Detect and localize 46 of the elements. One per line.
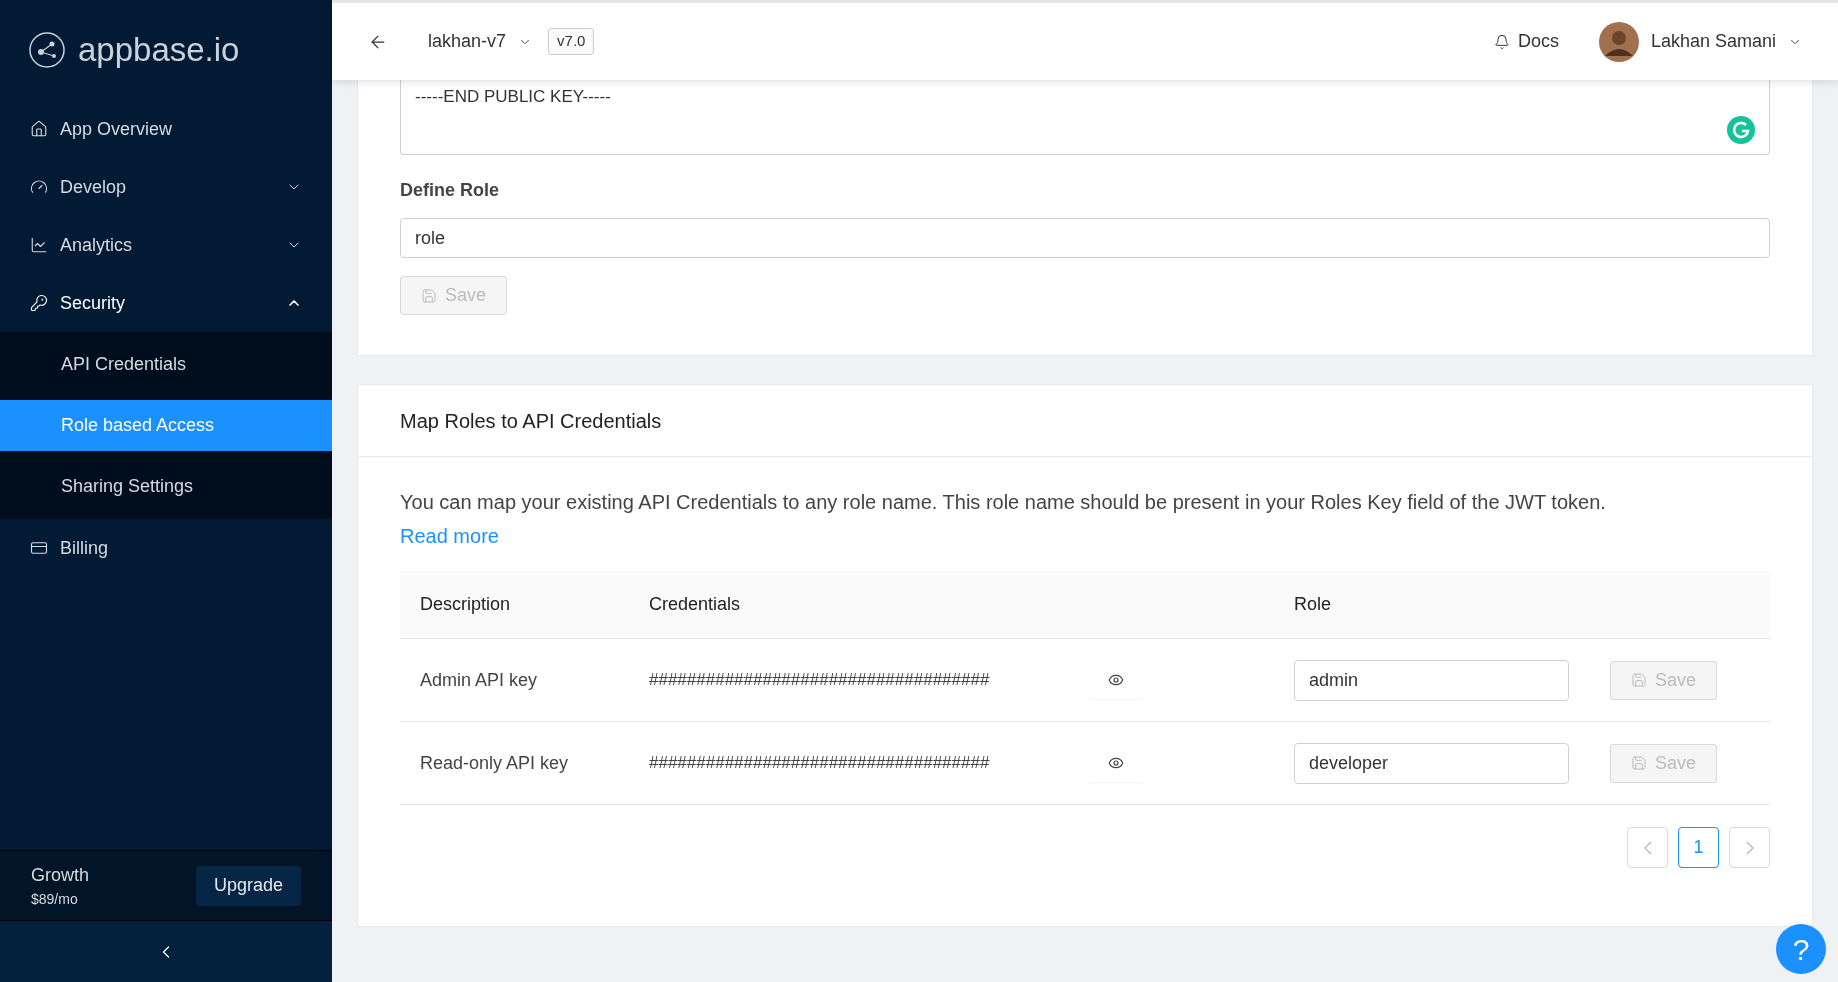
column-header: Credentials (649, 593, 742, 616)
avatar (1598, 21, 1639, 62)
column-header: Description (419, 593, 512, 616)
logo-text: appbase.io (78, 30, 240, 71)
table-cell-text: Read-only API key (419, 751, 570, 775)
chevron-left-icon (1643, 840, 1652, 855)
nav-item[interactable]: App Overview (0, 100, 332, 158)
nav-item[interactable]: Billing (0, 519, 332, 577)
public-key-textarea[interactable]: -----END PUBLIC KEY----- (400, 80, 1770, 155)
nav-item[interactable]: Develop (0, 158, 332, 216)
nav-item[interactable]: Security (0, 274, 332, 332)
eye-icon (1108, 672, 1124, 688)
plan-price: $89/mo (31, 889, 79, 909)
home-icon (30, 120, 48, 138)
role-input[interactable]: developer (1294, 742, 1569, 784)
plan-name: Growth (31, 863, 90, 887)
table-cell-text: Admin API key (419, 668, 539, 692)
gauge-icon (30, 178, 48, 196)
floppy-icon (1631, 672, 1647, 688)
define-role-label: Define Role (400, 179, 501, 202)
chevron-right-icon (1745, 840, 1754, 855)
credentials-cell-text: #################################### (649, 752, 991, 775)
app-selector[interactable]: lakhan-v7 (428, 28, 533, 55)
key-icon (30, 294, 48, 312)
version-badge: v7.0 (548, 28, 595, 55)
role-input[interactable]: role (400, 218, 1770, 258)
submenu-item[interactable]: API Credentials (0, 339, 332, 390)
docs-link[interactable]: Docs (1493, 28, 1559, 55)
grammarly-icon (1727, 116, 1755, 144)
credentials-cell-text: #################################### (649, 669, 991, 692)
description-text: You can map your existing API Credentials to any role name. This role name should be present in your Roles Key field of the JWT token. (400, 490, 1607, 515)
bell-icon (1493, 33, 1510, 50)
submenu-item[interactable]: Sharing Settings (0, 461, 332, 512)
floppy-icon (1631, 755, 1647, 771)
eye-icon (1108, 755, 1124, 771)
line-chart-icon (30, 236, 48, 254)
nav-item[interactable]: Analytics (0, 216, 332, 274)
user-menu[interactable]: Lakhan Samani (1598, 21, 1802, 62)
role-input[interactable]: admin (1294, 659, 1569, 701)
floppy-icon (421, 287, 437, 304)
card-icon (30, 539, 48, 557)
column-header: Role (1294, 593, 1332, 616)
public-key-text: -----END PUBLIC KEY----- (415, 87, 611, 106)
upgrade-button[interactable]: Upgrade (195, 865, 301, 906)
card-title: Map Roles to API Credentials (400, 408, 662, 434)
logo-icon (28, 31, 66, 69)
